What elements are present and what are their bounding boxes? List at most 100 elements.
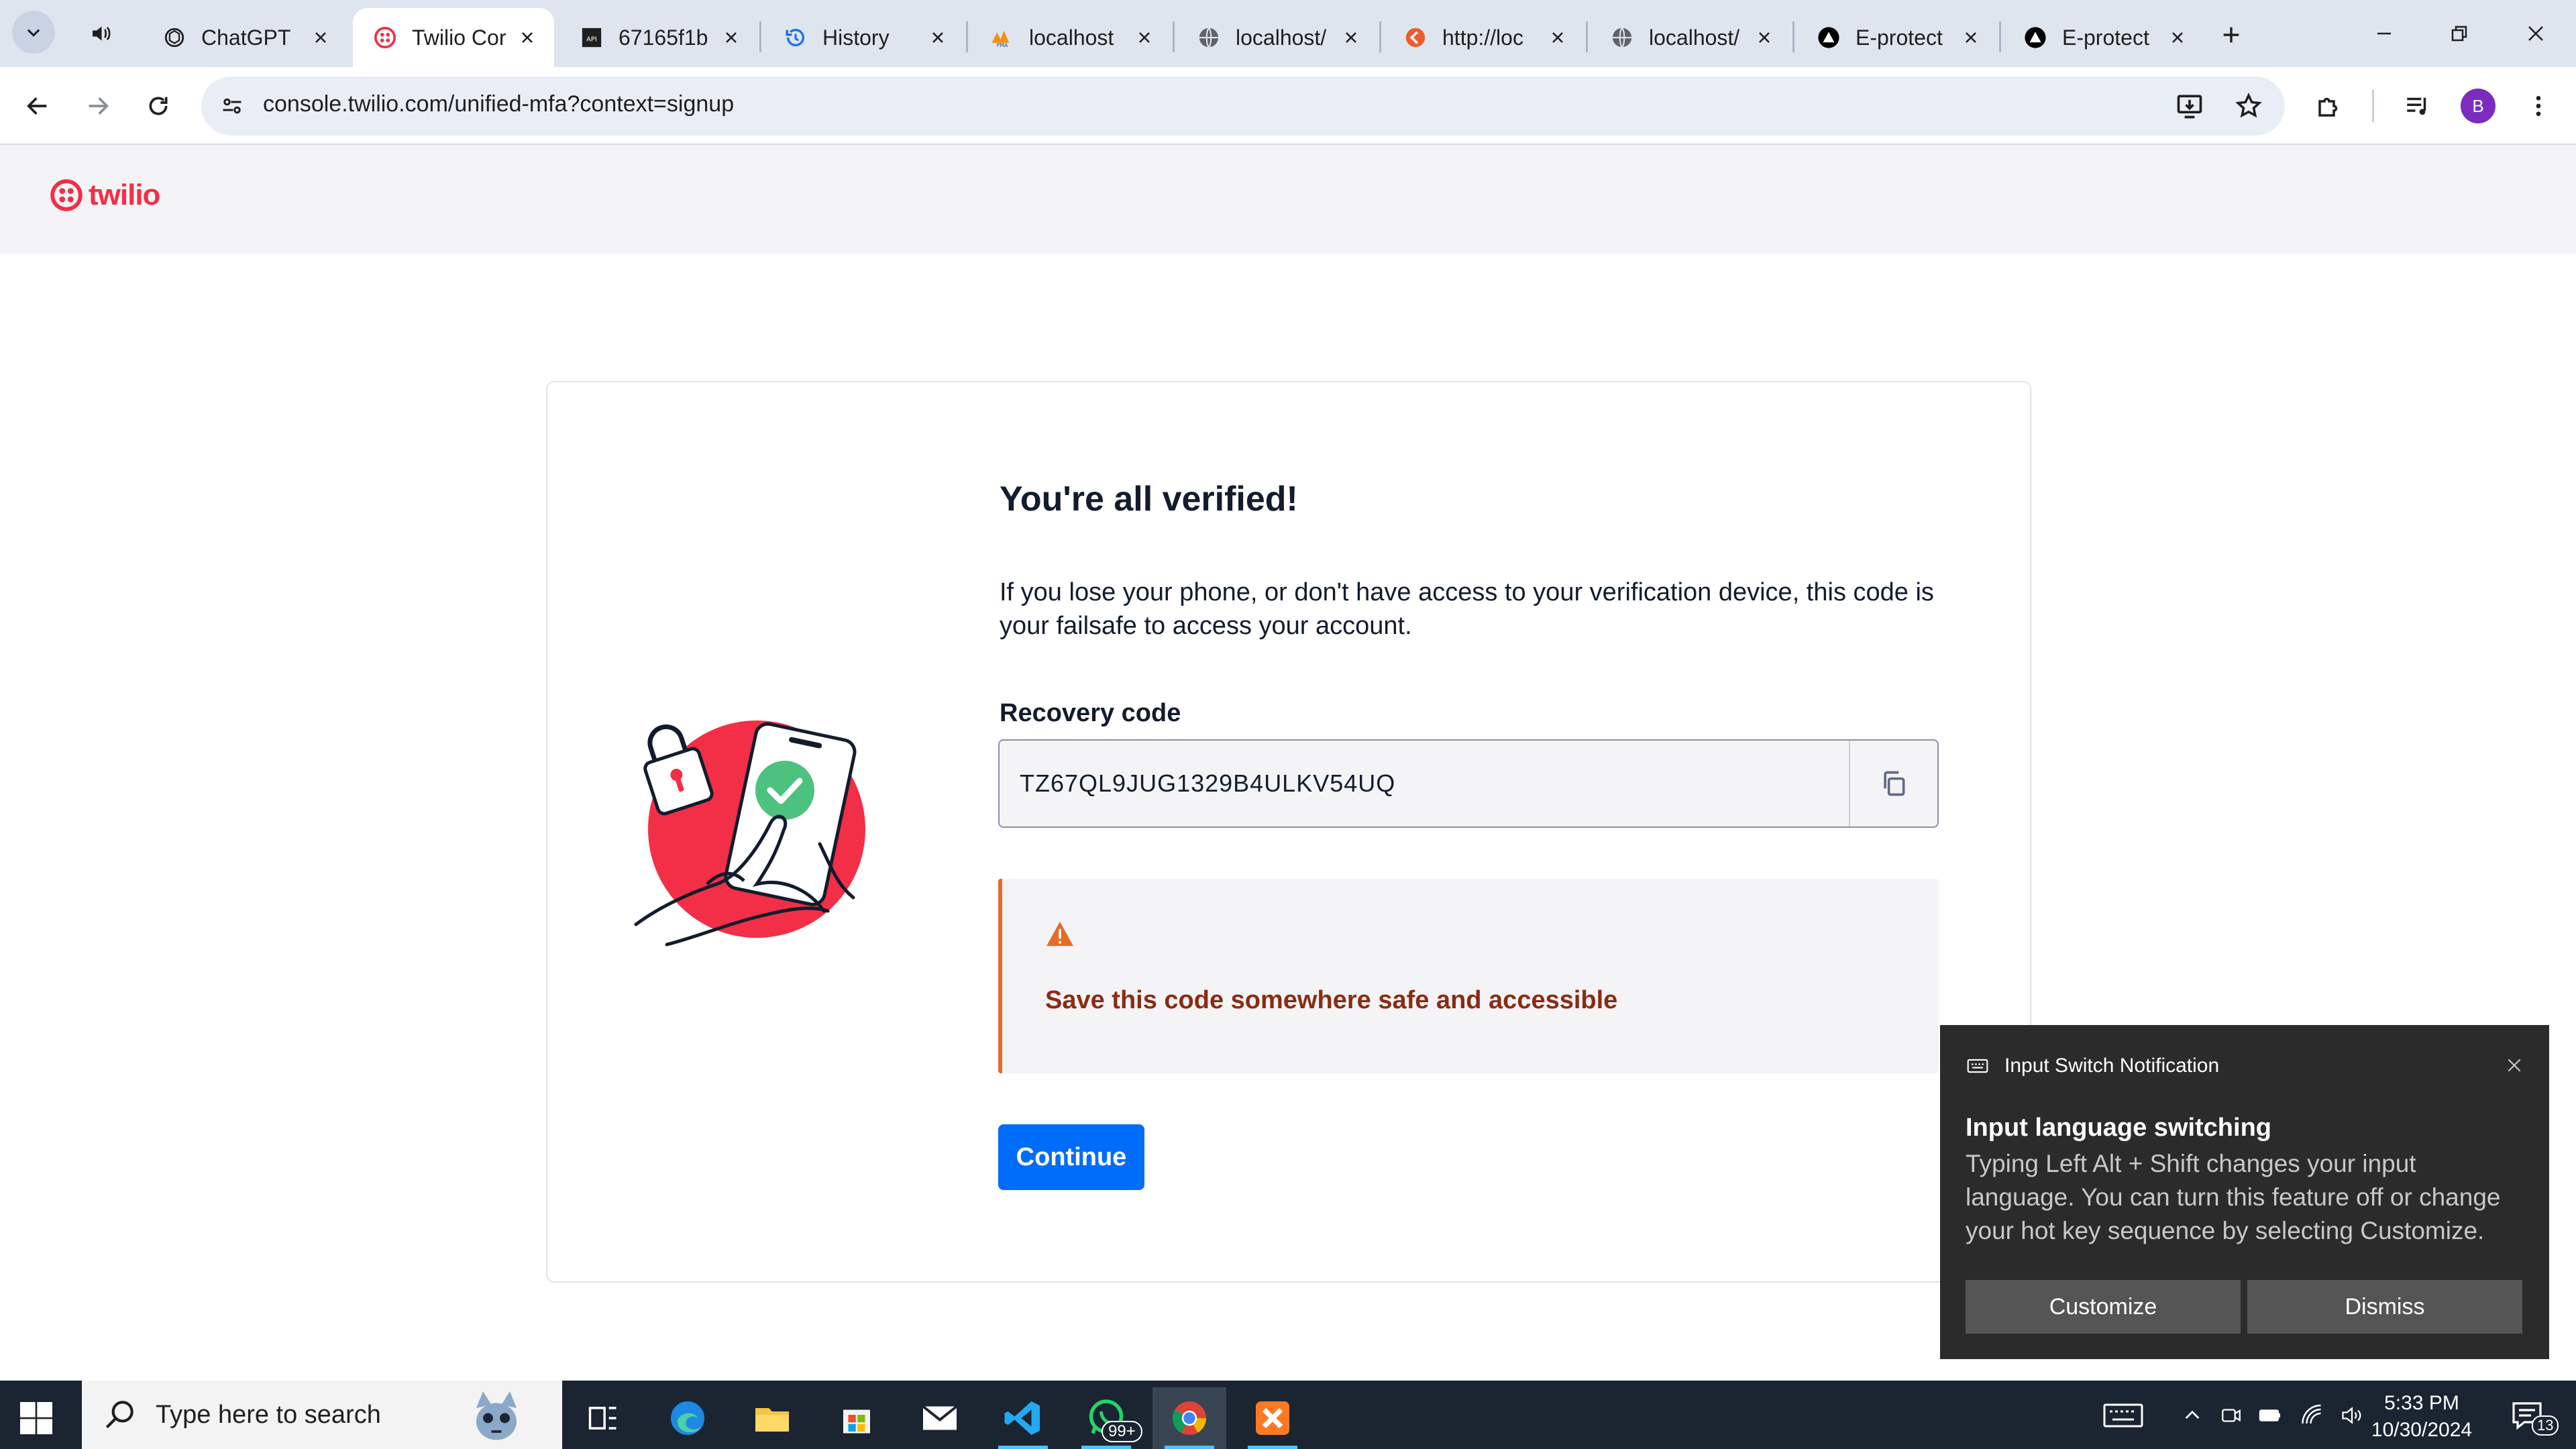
tab-title: E-protect	[2062, 25, 2149, 50]
touch-keyboard-button[interactable]	[2100, 1401, 2147, 1430]
tab-title: E-protect	[1856, 25, 1943, 50]
tab-title: ChatGPT	[201, 25, 291, 50]
tab-localhost-1[interactable]: localhost/	[1177, 8, 1378, 67]
tab-chatgpt[interactable]: ChatGPT	[142, 8, 347, 67]
media-controls-button[interactable]	[2396, 85, 2439, 127]
back-button[interactable]	[16, 85, 59, 127]
chevron-down-icon	[27, 29, 40, 37]
taskbar-chrome[interactable]	[1152, 1387, 1226, 1449]
chrome-menu-button[interactable]	[2517, 85, 2560, 127]
reload-button[interactable]	[137, 85, 180, 127]
globe-icon	[1197, 25, 1221, 50]
forward-button[interactable]	[76, 85, 119, 127]
triangle-app-icon	[2023, 25, 2047, 50]
twilio-logo[interactable]: twilio	[50, 178, 160, 212]
close-icon	[2528, 26, 2543, 41]
taskbar-xampp[interactable]	[1236, 1387, 1309, 1449]
tab-title: localhost/	[1649, 25, 1740, 50]
tab-separator	[1173, 21, 1175, 52]
taskbar-store[interactable]	[820, 1387, 894, 1449]
red-app-icon	[1403, 25, 1428, 50]
tab-http-localhost[interactable]: http://loc	[1383, 8, 1585, 67]
url-text[interactable]: console.twilio.com/unified-mfa?context=s…	[263, 91, 734, 117]
tab-localhost-2[interactable]: localhost/	[1590, 8, 1791, 67]
action-center-button[interactable]: 13	[2505, 1395, 2559, 1436]
close-tab-icon[interactable]	[307, 24, 334, 51]
edge-icon	[671, 1401, 704, 1435]
restore-button[interactable]	[2422, 0, 2497, 67]
tab-eprotect-1[interactable]: E-protect	[1796, 8, 1998, 67]
svg-text:API: API	[586, 36, 597, 44]
browser-toolbar: console.twilio.com/unified-mfa?context=s…	[0, 67, 2576, 145]
tab-history[interactable]: History	[763, 8, 965, 67]
mail-icon	[922, 1405, 958, 1430]
taskbar-vscode[interactable]	[986, 1387, 1060, 1449]
close-tab-icon[interactable]	[514, 24, 541, 51]
install-app-button[interactable]	[2168, 85, 2211, 127]
close-window-button[interactable]	[2498, 0, 2573, 67]
extensions-button[interactable]	[2308, 85, 2351, 127]
taskbar-edge[interactable]	[651, 1387, 724, 1449]
taskbar-search[interactable]: Type here to search	[82, 1381, 562, 1449]
warning-callout: Save this code somewhere safe and access…	[998, 879, 1939, 1073]
reload-icon	[149, 97, 168, 115]
tab-separator	[759, 21, 761, 52]
toolbar-separator	[2372, 90, 2374, 122]
tab-twilio-console[interactable]: Twilio Cor	[353, 8, 554, 67]
windows-taskbar: Type here to search 99+ 5:33 PM 10/30/20…	[0, 1381, 2576, 1449]
dismiss-button[interactable]: Dismiss	[2247, 1280, 2522, 1334]
show-hidden-icons-button[interactable]	[2178, 1401, 2207, 1430]
camera-icon	[2222, 1409, 2241, 1422]
copy-button[interactable]	[1849, 741, 1937, 826]
keyboard-icon	[1967, 1059, 1988, 1073]
twilio-icon	[373, 25, 397, 50]
taskbar-mail[interactable]	[903, 1387, 977, 1449]
puzzle-icon	[2318, 97, 2338, 117]
battery-icon	[2259, 1409, 2280, 1421]
search-placeholder: Type here to search	[156, 1400, 381, 1429]
network-button[interactable]	[2297, 1401, 2326, 1430]
start-button[interactable]	[15, 1397, 58, 1440]
minimize-button[interactable]	[2347, 0, 2422, 67]
close-tab-icon[interactable]	[1751, 24, 1778, 51]
bookmark-button[interactable]	[2227, 85, 2270, 127]
task-view-button[interactable]	[566, 1387, 640, 1449]
new-tab-button[interactable]	[2211, 15, 2251, 55]
battery-button[interactable]	[2255, 1401, 2285, 1430]
chrome-icon	[1172, 1401, 1207, 1435]
tab-title: 67165f1b	[619, 25, 708, 50]
phone-verified-illustration	[627, 703, 881, 958]
close-tab-icon[interactable]	[718, 24, 745, 51]
close-icon	[2508, 1059, 2521, 1072]
forward-arrow-icon	[89, 97, 109, 115]
folder-icon	[755, 1408, 789, 1432]
address-bar[interactable]: console.twilio.com/unified-mfa?context=s…	[201, 76, 2285, 136]
close-tab-icon[interactable]	[2164, 24, 2191, 51]
notification-count-badge: 13	[2532, 1415, 2559, 1436]
recovery-code-value[interactable]: TZ67QL9JUG1329B4ULKV54UQ	[1000, 741, 1849, 826]
recovery-code-field: TZ67QL9JUG1329B4ULKV54UQ	[998, 739, 1939, 828]
tab-search-button[interactable]	[12, 11, 55, 54]
warning-text: Save this code somewhere safe and access…	[1045, 986, 1618, 1014]
site-info-button[interactable]	[216, 90, 248, 122]
system-clock[interactable]: 5:33 PM 10/30/2024	[2355, 1390, 2489, 1444]
continue-button[interactable]: Continue	[998, 1124, 1144, 1190]
minimize-icon	[2377, 32, 2391, 35]
tab-phpmyadmin[interactable]: PMA localhost	[970, 8, 1171, 67]
audio-playing-tab[interactable]	[74, 12, 127, 55]
tab-eprotect-2[interactable]: E-protect	[2003, 8, 2204, 67]
customize-button[interactable]: Customize	[1966, 1280, 2241, 1334]
notification-close-button[interactable]	[2498, 1049, 2530, 1081]
profile-button[interactable]: B	[2457, 85, 2500, 127]
close-tab-icon[interactable]	[1131, 24, 1158, 51]
tab-title: localhost	[1029, 25, 1114, 50]
taskbar-whatsapp[interactable]: 99+	[1069, 1387, 1143, 1449]
close-tab-icon[interactable]	[924, 24, 951, 51]
tab-separator	[1999, 21, 2001, 52]
close-tab-icon[interactable]	[1957, 24, 1984, 51]
close-tab-icon[interactable]	[1544, 24, 1571, 51]
meet-now-button[interactable]	[2216, 1401, 2246, 1430]
taskbar-file-explorer[interactable]	[735, 1387, 809, 1449]
close-tab-icon[interactable]	[1338, 24, 1364, 51]
tab-api-doc[interactable]: API 67165f1b	[559, 8, 758, 67]
